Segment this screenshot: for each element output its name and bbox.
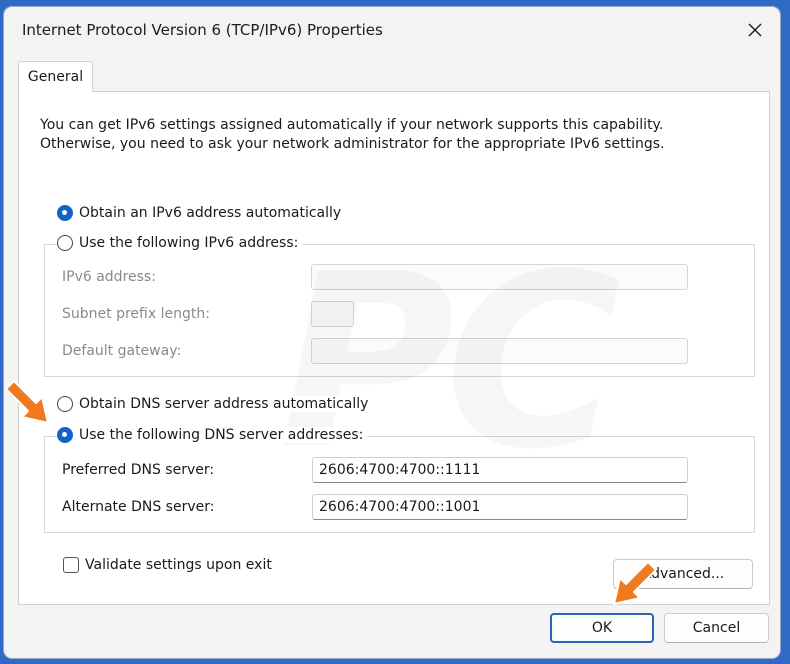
ok-button-label: OK (591, 620, 613, 636)
validate-checkbox[interactable] (63, 557, 79, 573)
close-icon (748, 23, 762, 37)
general-panel: PC You can get IPv6 settings assigned au… (18, 91, 770, 605)
default-gateway-input[interactable] (311, 338, 688, 364)
ip-auto-option[interactable]: Obtain an IPv6 address automatically (57, 205, 346, 221)
dns-auto-option[interactable]: Obtain DNS server address automatically (57, 396, 373, 412)
ipv6-address-label: IPv6 address: (62, 269, 156, 285)
ip-manual-radio[interactable] (57, 235, 73, 251)
properties-dialog: Internet Protocol Version 6 (TCP/IPv6) P… (4, 7, 780, 658)
validate-option[interactable]: Validate settings upon exit (63, 557, 272, 573)
window-title: Internet Protocol Version 6 (TCP/IPv6) P… (22, 21, 383, 39)
dns-manual-option[interactable]: Use the following DNS server addresses: (57, 427, 368, 443)
dns-manual-label: Use the following DNS server addresses: (79, 427, 364, 443)
tab-general[interactable]: General (18, 61, 93, 92)
title-bar: Internet Protocol Version 6 (TCP/IPv6) P… (4, 7, 780, 55)
cancel-button[interactable]: Cancel (664, 613, 769, 643)
ip-manual-option[interactable]: Use the following IPv6 address: (57, 235, 303, 251)
ip-auto-label: Obtain an IPv6 address automatically (79, 205, 342, 221)
ok-button[interactable]: OK (550, 613, 654, 643)
tab-general-label: General (27, 69, 84, 85)
preferred-dns-label: Preferred DNS server: (62, 462, 215, 478)
alternate-dns-input[interactable]: 2606:4700:4700::1001 (312, 494, 688, 520)
default-gateway-label: Default gateway: (62, 343, 182, 359)
validate-label: Validate settings upon exit (85, 557, 272, 573)
description: You can get IPv6 settings assigned autom… (40, 116, 664, 154)
description-line-2: Otherwise, you need to ask your network … (40, 136, 665, 152)
ip-auto-radio[interactable] (57, 205, 73, 221)
ipv6-address-input[interactable] (311, 264, 688, 290)
cancel-button-label: Cancel (692, 620, 741, 636)
dns-auto-label: Obtain DNS server address automatically (79, 396, 369, 412)
description-line-1: You can get IPv6 settings assigned autom… (40, 117, 664, 133)
arrow-annotation-dns-icon (6, 380, 49, 424)
preferred-dns-input[interactable]: 2606:4700:4700::1111 (312, 457, 688, 483)
subnet-prefix-label: Subnet prefix length: (62, 306, 210, 322)
close-button[interactable] (738, 15, 772, 45)
alternate-dns-label: Alternate DNS server: (62, 499, 215, 515)
arrow-annotation-ok-icon (613, 561, 656, 605)
subnet-prefix-input[interactable] (311, 301, 354, 327)
ip-manual-label: Use the following IPv6 address: (79, 235, 299, 251)
